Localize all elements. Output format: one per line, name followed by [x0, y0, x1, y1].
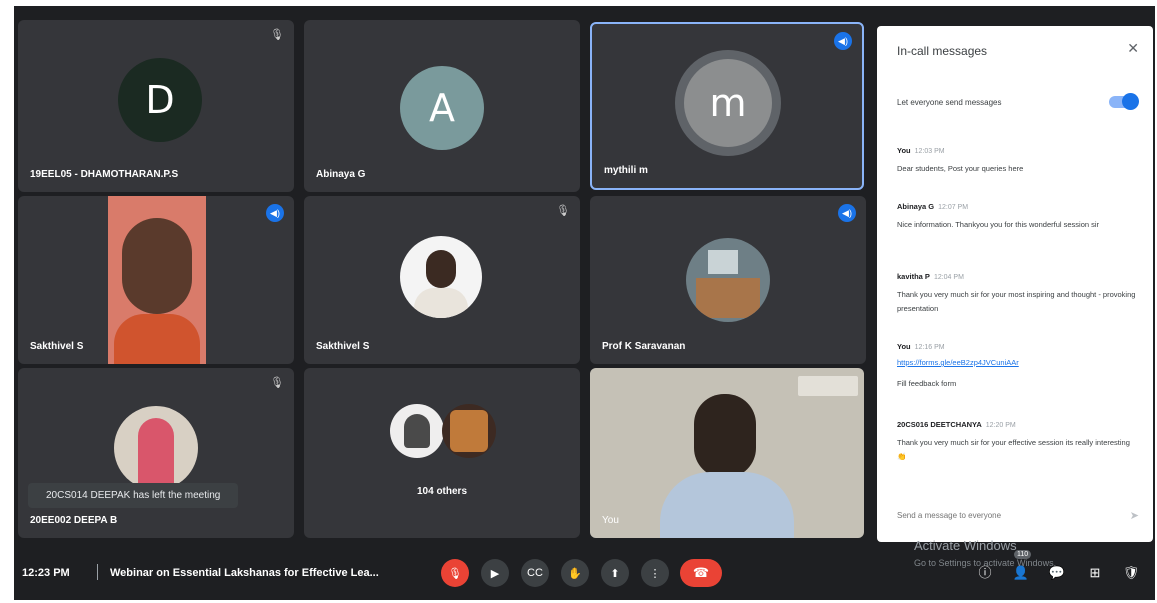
message-sender: You	[897, 146, 911, 155]
message-sender: Abinaya G	[897, 202, 935, 211]
message-time: 12:16 PM	[914, 344, 945, 351]
activation-watermark-subtext: Go to Settings to activate Windows.	[914, 558, 1057, 568]
wall-switch	[798, 376, 858, 396]
avatar: A	[400, 66, 484, 150]
person-shirt	[414, 288, 468, 318]
participant-photo	[400, 236, 482, 318]
avatar: D	[118, 58, 202, 142]
message-time: 12:03 PM	[914, 148, 945, 155]
activities-icon[interactable]: ⊞	[1086, 564, 1104, 582]
chat-message: kavitha P 12:04 PM Thank you very much si…	[897, 266, 1137, 316]
activation-watermark: Activate Windows	[914, 538, 1017, 553]
photo-detail	[708, 250, 738, 274]
chat-message: 20CS016 DEETCHANYA 12:20 PM Thank you ver…	[897, 414, 1137, 464]
toggle-label: Let everyone send messages	[897, 98, 1002, 107]
speaking-icon: ◀)	[838, 204, 856, 222]
photo-detail	[696, 278, 760, 318]
leave-call-button[interactable]: ☎	[680, 559, 722, 587]
participant-name: Sakthivel S	[30, 341, 84, 352]
hang-up-icon: ☎	[692, 565, 710, 580]
message-time: 12:04 PM	[933, 274, 964, 281]
message-sender: kavitha P	[897, 272, 930, 281]
present-button[interactable]: ⬆	[601, 559, 629, 587]
chat-title: In-call messages	[897, 44, 988, 58]
captions-button[interactable]: CC	[521, 559, 549, 587]
participant-name: Abinaya G	[316, 169, 366, 180]
hand-icon: ✋	[568, 567, 582, 580]
chat-message: Abinaya G 12:07 PM Nice information. Than…	[897, 196, 1137, 232]
person-face	[122, 218, 192, 314]
logo-shape	[404, 414, 430, 448]
notification-toast: 20CS014 DEEPAK has left the meeting	[28, 483, 239, 508]
message-time: 12:07 PM	[938, 204, 969, 211]
message-text: Nice information. Thankyou you for this …	[897, 220, 1100, 229]
mic-off-icon: 🎙	[448, 567, 462, 580]
message-text: Fill feedback form	[897, 379, 957, 388]
captions-icon: CC	[527, 567, 543, 579]
avatar: m	[684, 59, 772, 147]
camera-toggle-button[interactable]: ▶	[481, 559, 509, 587]
participant-tile[interactable]: D 🎙 19EEL05 - DHAMOTHARAN.P.S	[18, 20, 294, 192]
participant-tile[interactable]: A Abinaya G	[304, 20, 580, 192]
person-figure	[138, 418, 174, 490]
participant-name: mythili m	[604, 165, 648, 176]
message-text: Thank you very much sir for your effecti…	[897, 438, 1130, 461]
more-vert-icon: ⋮	[649, 567, 661, 580]
meeting-title: Webinar on Essential Lakshanas for Effec…	[110, 567, 379, 579]
raise-hand-button[interactable]: ✋	[561, 559, 589, 587]
message-text: Thank you very much sir for your most in…	[897, 290, 1136, 313]
close-icon[interactable]: ✕	[1127, 40, 1139, 57]
present-icon: ⬆	[610, 567, 620, 580]
mic-off-icon: 🎙	[270, 29, 284, 41]
participant-name: Sakthivel S	[316, 341, 370, 352]
others-avatar	[390, 404, 444, 458]
message-sender: You	[897, 342, 911, 351]
chat-message: You 12:03 PM Dear students, Post your que…	[897, 140, 1137, 176]
participant-tile-speaking[interactable]: m ◀) mythili m	[590, 22, 864, 190]
participant-photo	[114, 406, 198, 490]
person-head	[694, 394, 756, 478]
meet-window: D 🎙 19EEL05 - DHAMOTHARAN.P.S A Abinaya …	[14, 6, 1155, 600]
send-icon[interactable]: ➤	[1130, 509, 1139, 522]
divider	[97, 564, 98, 580]
participant-name: 19EEL05 - DHAMOTHARAN.P.S	[30, 169, 179, 180]
others-tile[interactable]: 104 others	[304, 368, 580, 538]
participant-name: 20EE002 DEEPA B	[30, 515, 118, 526]
participant-tile[interactable]: 🎙 20CS014 DEEPAK has left the meeting 20…	[18, 368, 294, 538]
chat-panel: In-call messages ✕ Let everyone send mes…	[877, 26, 1153, 542]
others-avatar	[442, 404, 496, 458]
mic-toggle-button[interactable]: 🎙	[441, 559, 469, 587]
feedback-link[interactable]: https://forms.gle/eeB2zp4JVCuniAAr	[897, 358, 1137, 367]
participant-name: You	[602, 515, 619, 526]
participant-name: Prof K Saravanan	[602, 341, 686, 352]
mic-off-icon: 🎙	[270, 377, 284, 389]
person-shirt	[660, 472, 794, 538]
self-video	[590, 368, 864, 538]
camera-icon: ▶	[490, 567, 500, 580]
participant-video	[108, 196, 206, 364]
chat-message: You 12:16 PM https://forms.gle/eeB2zp4JVC…	[897, 336, 1137, 391]
others-count: 104 others	[416, 486, 468, 497]
allow-messages-toggle[interactable]	[1109, 93, 1139, 110]
person-shirt	[114, 314, 200, 364]
person-head	[426, 250, 456, 288]
mic-off-icon: 🎙	[556, 205, 570, 217]
participant-tile[interactable]: ◀) Sakthivel S	[18, 196, 294, 364]
participant-tile[interactable]: ◀) Prof K Saravanan	[590, 196, 866, 364]
logo-shape	[450, 410, 488, 452]
speaking-icon: ◀)	[266, 204, 284, 222]
meeting-clock: 12:23 PM	[22, 567, 70, 579]
self-tile[interactable]: You	[590, 368, 864, 538]
bottom-bar: 12:23 PM Webinar on Essential Lakshanas …	[14, 546, 1155, 600]
message-text: Dear students, Post your queries here	[897, 164, 1024, 173]
participant-tile[interactable]: 🎙 Sakthivel S	[304, 196, 580, 364]
speaking-icon: ◀)	[834, 32, 852, 50]
host-controls-icon[interactable]: 🛡	[1122, 564, 1140, 582]
chat-message-input[interactable]	[897, 511, 1097, 520]
message-sender: 20CS016 DEETCHANYA	[897, 420, 982, 429]
message-time: 12:20 PM	[985, 422, 1016, 429]
participant-photo	[686, 238, 770, 322]
more-options-button[interactable]: ⋮	[641, 559, 669, 587]
